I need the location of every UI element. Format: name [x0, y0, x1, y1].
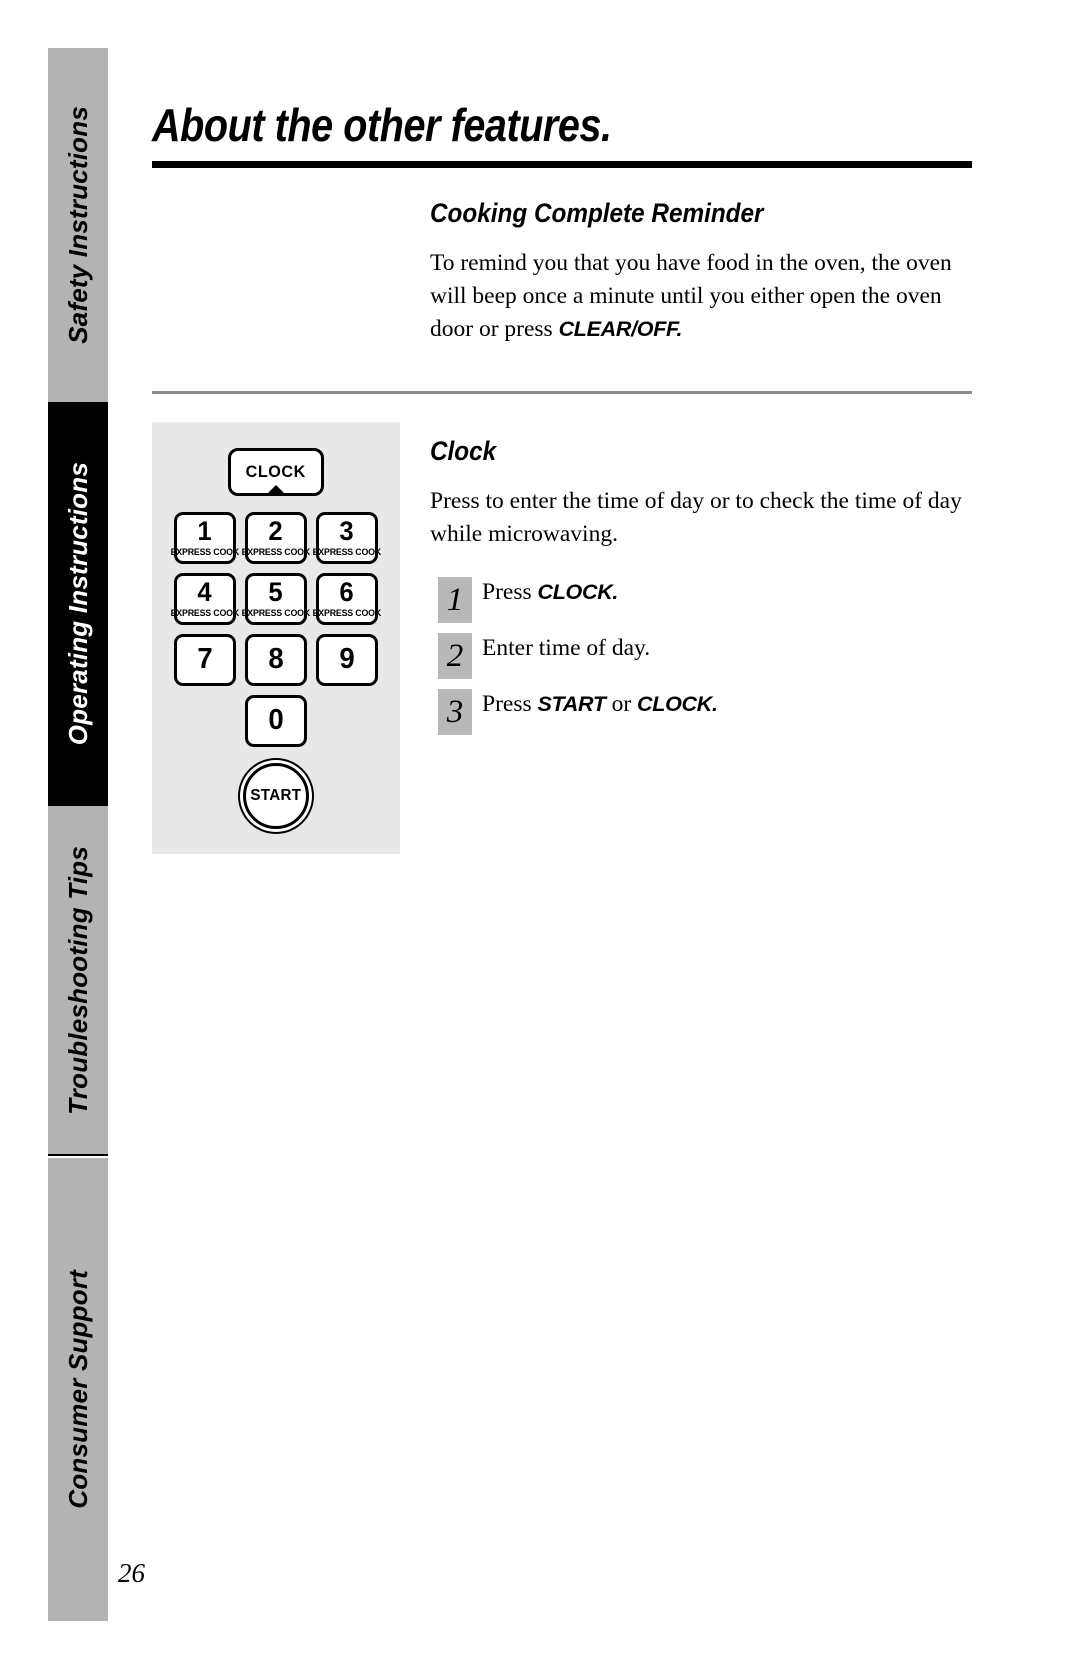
keyword-clock: CLOCK.	[537, 580, 619, 605]
keypad-key-digit: 5	[268, 577, 284, 608]
section-divider-rule	[152, 390, 972, 394]
section-heading: Cooking Complete Reminder	[430, 197, 764, 228]
list-item: 2 Enter time of day.	[430, 633, 972, 683]
step-number-badge: 1	[438, 577, 472, 624]
keypad-key-8[interactable]: 8	[245, 633, 307, 686]
keypad-key-7[interactable]: 7	[174, 633, 236, 686]
step-text: Press START or CLOCK.	[482, 689, 718, 717]
section-heading: Clock	[430, 435, 497, 466]
keypad-key-5[interactable]: 5 EXPRESS COOK	[241, 572, 311, 625]
keypad-key-sublabel: EXPRESS COOK	[312, 547, 382, 559]
keypad-start-label: START	[250, 786, 302, 804]
keypad-illustration-panel: CLOCK 1 EXPRESS COOK 2 EXPRESS COOK 3 EX…	[152, 421, 400, 854]
keypad-key-digit: 0	[268, 704, 284, 737]
keypad-clock-label: CLOCK	[245, 461, 307, 481]
keypad-key-digit: 1	[197, 516, 213, 547]
sidebar-item-safety-instructions[interactable]: Safety Instructions	[48, 48, 108, 402]
keypad-key-0[interactable]: 0	[245, 694, 307, 747]
keypad-clock-button[interactable]: CLOCK	[228, 447, 324, 496]
page-number: 26	[118, 1558, 145, 1588]
section-body: To remind you that you have food in the …	[430, 247, 972, 347]
keyword-clock: CLOCK.	[637, 692, 718, 717]
page-title: About the other features.	[152, 99, 612, 151]
keypad-key-digit: 4	[197, 577, 213, 608]
step-number-badge: 2	[438, 633, 472, 680]
section-clock: CLOCK 1 EXPRESS COOK 2 EXPRESS COOK 3 EX…	[152, 421, 972, 882]
step-text: Enter time of day.	[482, 633, 650, 661]
keypad-key-6[interactable]: 6 EXPRESS COOK	[312, 572, 382, 625]
section-cooking-complete-reminder: Cooking Complete Reminder To remind you …	[430, 198, 972, 347]
manual-page: Safety Instructions Operating Instructio…	[0, 0, 1080, 1669]
keypad-key-4[interactable]: 4 EXPRESS COOK	[170, 572, 240, 625]
keypad-key-9[interactable]: 9	[316, 633, 378, 686]
keypad-key-1[interactable]: 1 EXPRESS COOK	[170, 511, 240, 564]
step-text-run: Press	[482, 691, 538, 718]
keyword-clear-off: CLEAR/OFF.	[558, 317, 683, 342]
keypad-number-grid: 1 EXPRESS COOK 2 EXPRESS COOK 3 EXPRESS …	[170, 511, 382, 686]
keypad-key-sublabel: EXPRESS COOK	[170, 547, 240, 559]
keypad-key-sublabel: EXPRESS COOK	[312, 608, 382, 620]
sidebar-item-consumer-support[interactable]: Consumer Support	[48, 1158, 108, 1621]
keypad-key-sublabel: EXPRESS COOK	[241, 547, 311, 559]
keypad-key-digit: 3	[339, 516, 355, 547]
clock-text-column: Clock Press to enter the time of day or …	[430, 436, 972, 746]
step-text-run: Press	[482, 579, 538, 606]
sidebar-tab-rail: Safety Instructions Operating Instructio…	[48, 48, 108, 1621]
step-text-run: or	[605, 691, 638, 718]
keyword-start: START	[537, 692, 606, 717]
sidebar-item-label: Consumer Support	[62, 1270, 93, 1509]
title-block: About the other features.	[152, 100, 972, 168]
keypad-key-sublabel: EXPRESS COOK	[170, 608, 240, 620]
keypad-key-digit: 6	[339, 577, 355, 608]
sidebar-item-label: Safety Instructions	[62, 106, 93, 344]
title-underline-rule	[152, 160, 972, 168]
sidebar-divider	[48, 1154, 108, 1156]
keypad-key-sublabel: EXPRESS COOK	[241, 608, 311, 620]
callout-arrow-icon	[265, 484, 287, 496]
step-text: Press CLOCK.	[482, 577, 618, 605]
list-item: 1 Press CLOCK.	[430, 577, 972, 627]
sidebar-item-label: Operating Instructions	[62, 462, 93, 746]
keypad-key-2[interactable]: 2 EXPRESS COOK	[241, 511, 311, 564]
list-item: 3 Press START or CLOCK.	[430, 689, 972, 739]
keypad-start-button[interactable]: START	[243, 762, 309, 829]
sidebar-item-operating-instructions[interactable]: Operating Instructions	[48, 402, 108, 806]
step-list: 1 Press CLOCK. 2 Enter time of day. 3 Pr…	[430, 577, 972, 739]
body-text-run: To remind you that you have food in the …	[430, 249, 952, 343]
sidebar-item-label: Troubleshooting Tips	[62, 845, 93, 1115]
keypad-key-digit: 2	[268, 516, 284, 547]
keypad-key-digit: 8	[268, 643, 284, 676]
keypad-key-digit: 9	[339, 643, 355, 676]
step-text-run: Enter time of day.	[482, 635, 651, 662]
step-number-badge: 3	[438, 689, 472, 736]
keypad-key-3[interactable]: 3 EXPRESS COOK	[312, 511, 382, 564]
page-content: About the other features. Cooking Comple…	[152, 100, 972, 882]
sidebar-item-troubleshooting-tips[interactable]: Troubleshooting Tips	[48, 806, 108, 1154]
section-body: Press to enter the time of day or to che…	[430, 487, 962, 548]
keypad-key-digit: 7	[197, 643, 213, 676]
